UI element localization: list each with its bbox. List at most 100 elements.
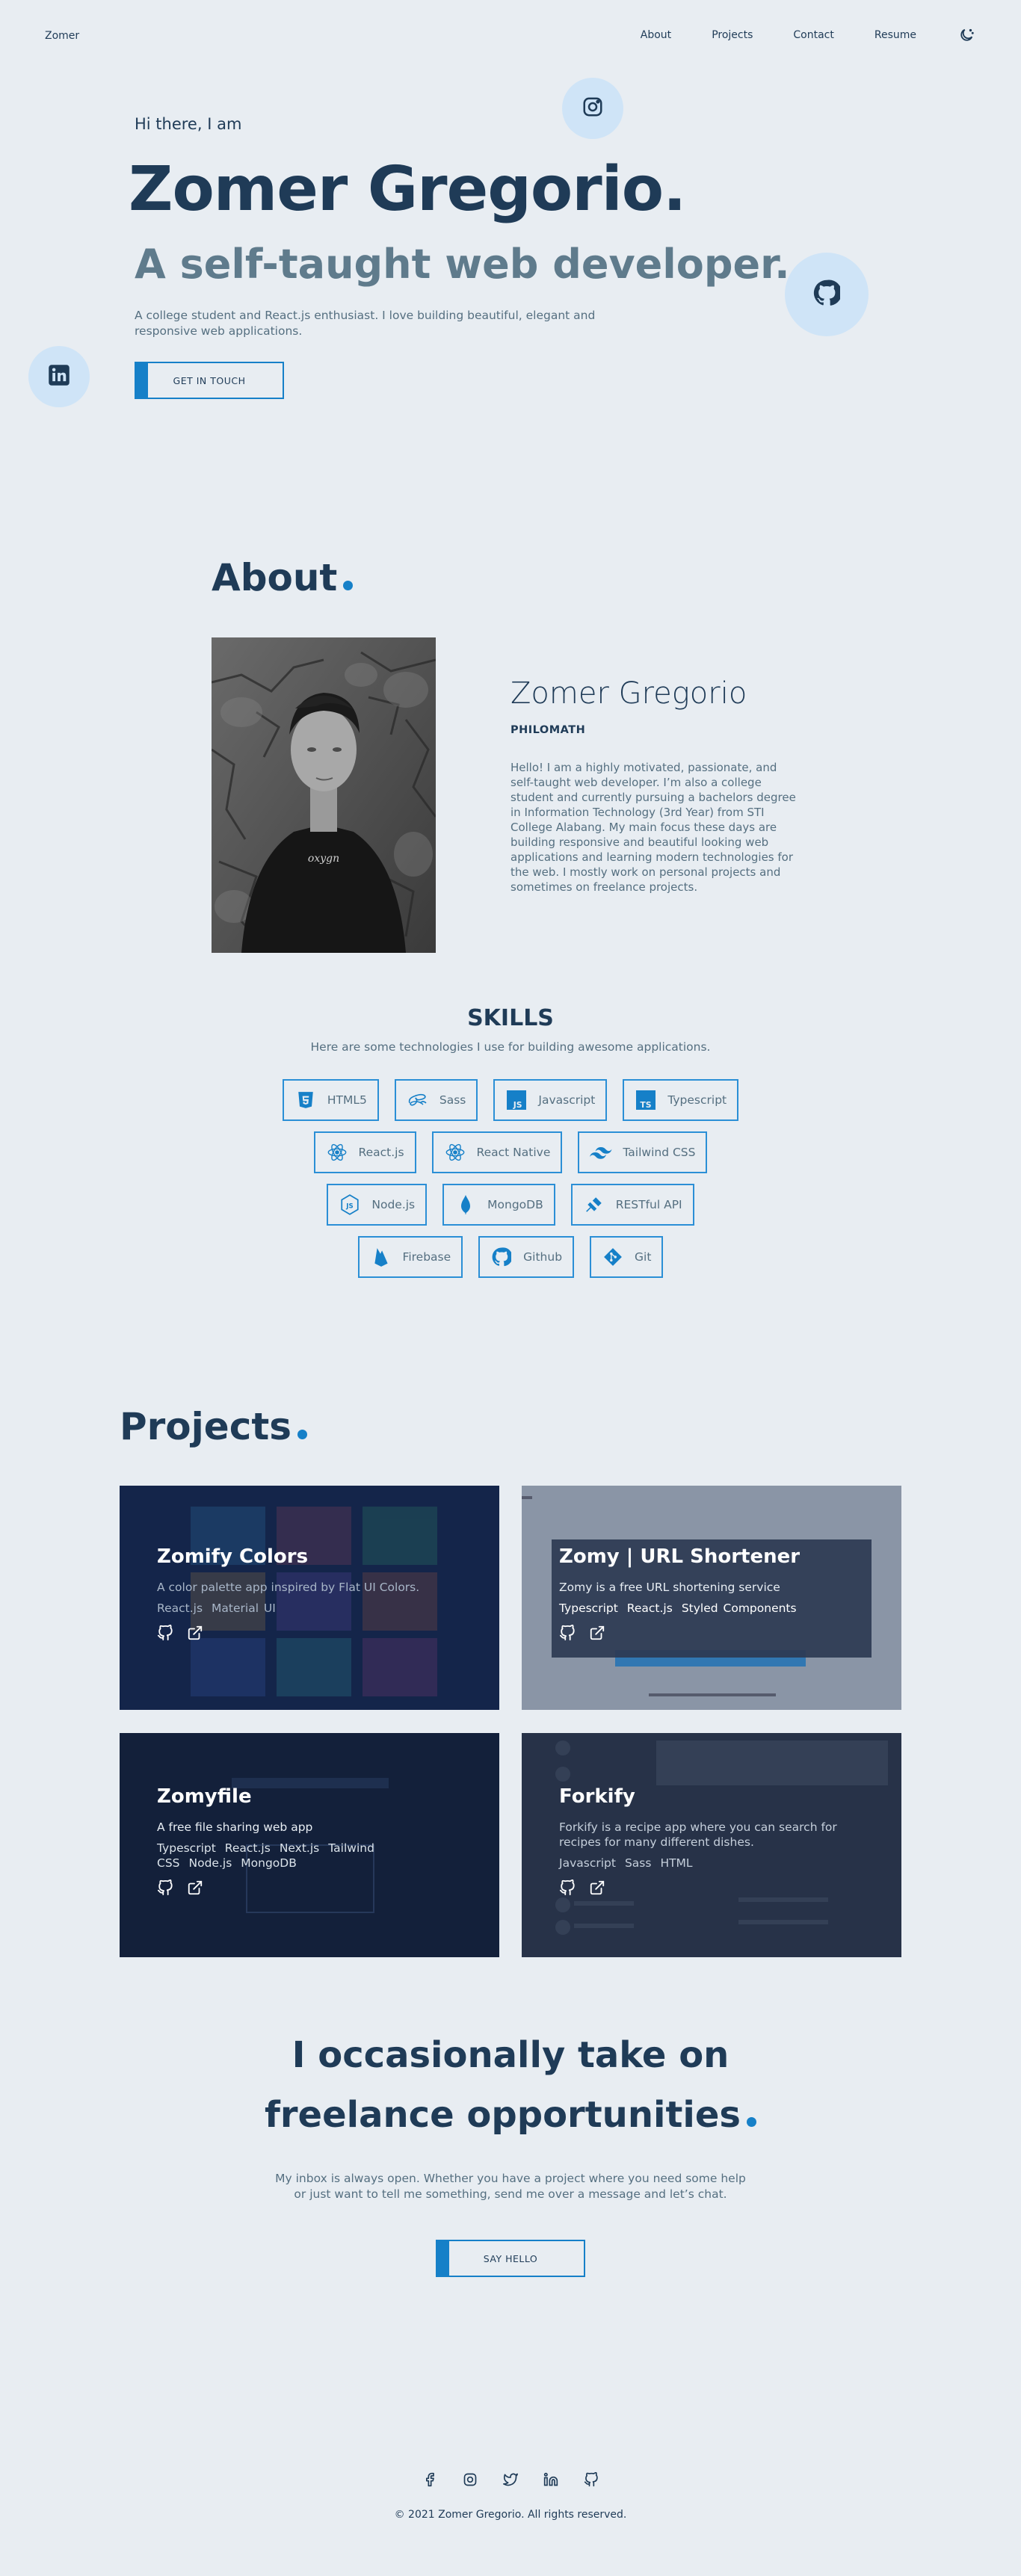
tag: MongoDB (241, 1856, 297, 1871)
about-heading-text: About (212, 556, 338, 599)
github-icon (490, 1246, 513, 1268)
get-in-touch-label: GET IN TOUCH (173, 374, 246, 386)
skill-row: Firebase Github Git (0, 1236, 1021, 1278)
tag: React.js (626, 1601, 673, 1616)
contact-heading-line1: I occasionally take on (292, 2034, 729, 2076)
heading-dot (747, 2117, 756, 2127)
github-bubble[interactable] (785, 253, 869, 336)
skill-label: React.js (358, 1146, 404, 1159)
hero-role: A self-taught web developer. (135, 241, 790, 288)
project-tags: React.js Material UI (157, 1601, 477, 1616)
skill-label: RESTful API (615, 1198, 682, 1211)
skill-chip-html5: HTML5 (282, 1079, 379, 1121)
skill-label: Node.js (371, 1198, 416, 1211)
linkedin-bubble[interactable] (28, 346, 90, 407)
sass-icon (407, 1089, 429, 1111)
skill-label: Javascript (538, 1093, 596, 1107)
project-card-forkify[interactable]: Forkify Forkify is a recipe app where yo… (522, 1733, 901, 1957)
facebook-icon[interactable] (421, 2471, 439, 2489)
nav-link-about[interactable]: About (641, 29, 671, 41)
project-description: Zomy is a free URL shortening service (559, 1581, 780, 1594)
project-description: Forkify is a recipe app where you can se… (559, 1820, 837, 1850)
footer-social-links (0, 2471, 1021, 2489)
project-card-zomy-url-shortener[interactable]: Zomy | URL Shortener Zomy is a free URL … (522, 1486, 901, 1710)
skill-label: Sass (439, 1093, 466, 1107)
skill-chip-github: Github (478, 1236, 575, 1278)
say-hello-button[interactable]: SAY HELLO (436, 2240, 585, 2277)
github-icon[interactable] (559, 1625, 577, 1643)
skill-label: Typescript (667, 1093, 727, 1107)
project-card-zomyfile[interactable]: Zomyfile A free file sharing web app Typ… (120, 1733, 499, 1957)
skill-row: HTML5 Sass JS Javascript TS Typescript (0, 1079, 1021, 1121)
nav-link-resume[interactable]: Resume (875, 29, 916, 41)
skill-label: HTML5 (327, 1093, 367, 1107)
instagram-bubble[interactable] (562, 78, 623, 139)
skill-chip-firebase: Firebase (357, 1236, 463, 1278)
say-hello-label: SAY HELLO (483, 2252, 538, 2264)
moon-icon[interactable] (957, 25, 976, 45)
mongodb-icon (454, 1193, 477, 1216)
project-title: Zomy | URL Shortener (559, 1545, 801, 1568)
heading-dot (297, 1430, 308, 1439)
contact-heading: I occasionally take on freelance opportu… (0, 2025, 1021, 2145)
copyright: © 2021 Zomer Gregorio. All rights reserv… (394, 2509, 627, 2521)
nav-link-projects[interactable]: Projects (712, 29, 753, 41)
about-name: Zomer Gregorio (510, 676, 747, 711)
nav-link-contact[interactable]: Contact (793, 29, 833, 41)
project-tags: Javascript Sass HTML (559, 1856, 879, 1871)
contact-heading-line2: freelance opportunities (264, 2094, 741, 2136)
github-icon (813, 279, 842, 309)
svg-text:TS: TS (641, 1100, 652, 1110)
twitter-icon[interactable] (502, 2471, 519, 2489)
project-card-zomify-colors[interactable]: Zomify Colors A color palette app inspir… (120, 1486, 499, 1710)
external-link-icon[interactable] (187, 1625, 205, 1643)
github-icon[interactable] (157, 1880, 175, 1897)
tag: Sass (624, 1856, 652, 1871)
svg-text:JS: JS (346, 1202, 354, 1210)
hero-name: Zomer Gregorio. (129, 154, 686, 225)
photo-shirt-text: oxygn (308, 853, 339, 865)
project-tags: Typescript React.js Next.js Tailwind CSS Nod… (157, 1841, 477, 1871)
brand-logo[interactable]: Zomer (45, 30, 79, 42)
external-link-icon[interactable] (589, 1625, 607, 1643)
tag: React.js (157, 1601, 203, 1616)
tag: Material UI (212, 1601, 276, 1616)
skills-heading: SKILLS (467, 1005, 554, 1031)
about-bio: Hello! I am a highly motivated, passiona… (510, 761, 796, 894)
skill-chip-nodejs: JS Node.js (327, 1184, 428, 1226)
typescript-icon: TS (635, 1089, 657, 1111)
project-tags: Typescript React.js Styled Components (559, 1601, 879, 1616)
skill-label: Git (635, 1250, 652, 1264)
external-link-icon[interactable] (187, 1880, 205, 1897)
github-icon[interactable] (582, 2471, 600, 2489)
skill-row: React.js React Native Tailwind CSS (0, 1131, 1021, 1173)
react-icon (326, 1141, 348, 1164)
tag: React.js (224, 1841, 271, 1856)
skill-chip-tailwind: Tailwind CSS (578, 1131, 708, 1173)
tag: Typescript (559, 1601, 618, 1616)
react-native-icon (444, 1141, 466, 1164)
linkedin-icon[interactable] (542, 2471, 560, 2489)
instagram-icon[interactable] (461, 2471, 479, 2489)
heading-dot (343, 581, 354, 590)
javascript-icon: JS (505, 1089, 528, 1111)
hero-greeting: Hi there, I am (135, 115, 242, 133)
get-in-touch-button[interactable]: GET IN TOUCH (135, 362, 284, 399)
github-icon[interactable] (157, 1625, 175, 1643)
skill-chip-restful-api: RESTful API (570, 1184, 694, 1226)
skill-chip-react-native: React Native (431, 1131, 563, 1173)
github-icon[interactable] (559, 1880, 577, 1897)
skill-label: Tailwind CSS (623, 1146, 696, 1159)
linkedin-icon (48, 364, 70, 389)
tag: Styled Components (681, 1601, 797, 1616)
skill-chip-git: Git (590, 1236, 664, 1278)
main-nav: About Projects Contact Resume (641, 25, 976, 45)
about-tagline: PHILOMATH (510, 724, 586, 736)
projects-heading-text: Projects (120, 1405, 292, 1448)
instagram-icon (582, 96, 604, 121)
external-link-icon[interactable] (589, 1880, 607, 1897)
tag: Node.js (188, 1856, 232, 1871)
firebase-icon (370, 1246, 392, 1268)
project-description: A color palette app inspired by Flat UI … (157, 1581, 420, 1594)
skill-label: Firebase (402, 1250, 451, 1264)
